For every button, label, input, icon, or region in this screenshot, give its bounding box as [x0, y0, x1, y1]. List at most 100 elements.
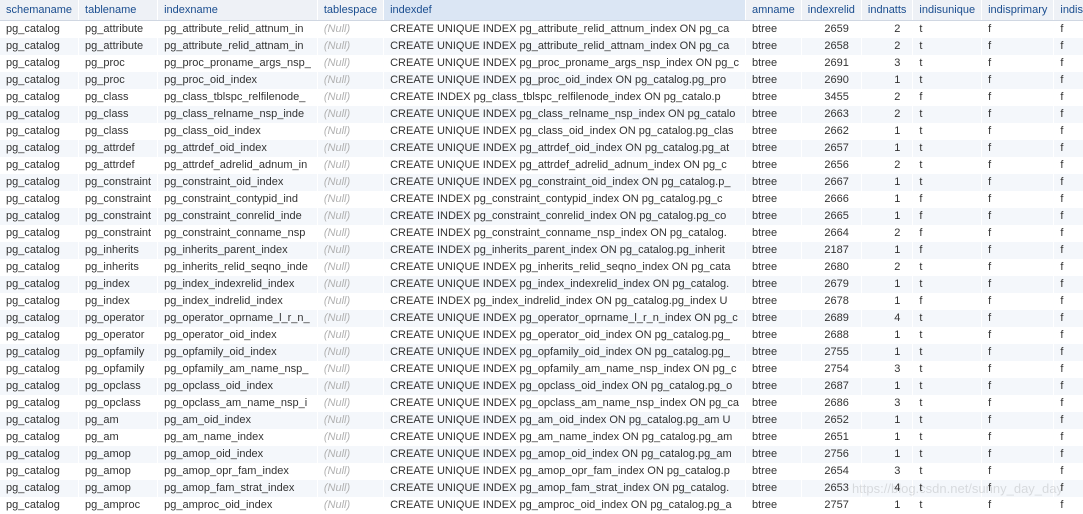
cell-indexdef[interactable]: CREATE UNIQUE INDEX pg_am_oid_index ON p…	[384, 412, 746, 429]
column-header-indisclustered[interactable]: indisclu	[1054, 0, 1083, 21]
column-header-indisprimary[interactable]: indisprimary	[982, 0, 1054, 21]
cell-indisunique[interactable]: f	[913, 242, 982, 259]
cell-indisunique[interactable]: t	[913, 412, 982, 429]
cell-indexrelid[interactable]: 2680	[801, 259, 861, 276]
cell-amname[interactable]: btree	[746, 123, 802, 140]
cell-indisunique[interactable]: t	[913, 327, 982, 344]
cell-indnatts[interactable]: 4	[861, 310, 913, 327]
cell-indexname[interactable]: pg_index_indexrelid_index	[158, 276, 318, 293]
cell-indexdef[interactable]: CREATE INDEX pg_index_indrelid_index ON …	[384, 293, 746, 310]
cell-schemaname[interactable]: pg_catalog	[0, 38, 79, 55]
cell-schemaname[interactable]: pg_catalog	[0, 327, 79, 344]
cell-indisprimary[interactable]: f	[982, 38, 1054, 55]
cell-tablespace[interactable]: (Null)	[317, 242, 383, 259]
cell-amname[interactable]: btree	[746, 497, 802, 514]
cell-indnatts[interactable]: 3	[861, 463, 913, 480]
cell-amname[interactable]: btree	[746, 480, 802, 497]
cell-indexdef[interactable]: CREATE UNIQUE INDEX pg_opclass_oid_index…	[384, 378, 746, 395]
cell-indisprimary[interactable]: f	[982, 174, 1054, 191]
cell-indisclustered[interactable]: f	[1054, 123, 1083, 140]
cell-indexname[interactable]: pg_amop_oid_index	[158, 446, 318, 463]
cell-indisunique[interactable]: t	[913, 344, 982, 361]
cell-indisclustered[interactable]: f	[1054, 106, 1083, 123]
cell-indexname[interactable]: pg_opclass_oid_index	[158, 378, 318, 395]
cell-indexname[interactable]: pg_am_oid_index	[158, 412, 318, 429]
cell-indisprimary[interactable]: f	[982, 89, 1054, 106]
cell-indnatts[interactable]: 2	[861, 225, 913, 242]
cell-schemaname[interactable]: pg_catalog	[0, 140, 79, 157]
cell-indnatts[interactable]: 1	[861, 293, 913, 310]
cell-tablename[interactable]: pg_class	[79, 89, 158, 106]
column-header-indnatts[interactable]: indnatts	[861, 0, 913, 21]
cell-indisclustered[interactable]: f	[1054, 72, 1083, 89]
cell-indisclustered[interactable]: f	[1054, 480, 1083, 497]
cell-amname[interactable]: btree	[746, 344, 802, 361]
cell-indisprimary[interactable]: f	[982, 412, 1054, 429]
cell-indexrelid[interactable]: 2757	[801, 497, 861, 514]
cell-indexrelid[interactable]: 2688	[801, 327, 861, 344]
cell-indexrelid[interactable]: 2653	[801, 480, 861, 497]
cell-schemaname[interactable]: pg_catalog	[0, 208, 79, 225]
cell-indexrelid[interactable]: 2657	[801, 140, 861, 157]
cell-indexname[interactable]: pg_am_name_index	[158, 429, 318, 446]
cell-tablespace[interactable]: (Null)	[317, 480, 383, 497]
cell-indnatts[interactable]: 1	[861, 378, 913, 395]
cell-indnatts[interactable]: 1	[861, 344, 913, 361]
cell-indexdef[interactable]: CREATE UNIQUE INDEX pg_attribute_relid_a…	[384, 38, 746, 55]
cell-indisunique[interactable]: t	[913, 378, 982, 395]
cell-amname[interactable]: btree	[746, 191, 802, 208]
cell-indisprimary[interactable]: f	[982, 55, 1054, 72]
cell-amname[interactable]: btree	[746, 361, 802, 378]
cell-tablespace[interactable]: (Null)	[317, 327, 383, 344]
cell-indnatts[interactable]: 1	[861, 191, 913, 208]
cell-indisunique[interactable]: f	[913, 89, 982, 106]
column-header-indexdef[interactable]: indexdef	[384, 0, 746, 21]
cell-indexdef[interactable]: CREATE UNIQUE INDEX pg_attrdef_oid_index…	[384, 140, 746, 157]
cell-indnatts[interactable]: 1	[861, 174, 913, 191]
cell-indisclustered[interactable]: f	[1054, 55, 1083, 72]
cell-indisunique[interactable]: f	[913, 191, 982, 208]
cell-indexrelid[interactable]: 2665	[801, 208, 861, 225]
cell-indexname[interactable]: pg_attribute_relid_attnam_in	[158, 38, 318, 55]
cell-tablespace[interactable]: (Null)	[317, 191, 383, 208]
cell-indexdef[interactable]: CREATE UNIQUE INDEX pg_proc_proname_args…	[384, 55, 746, 72]
cell-indexname[interactable]: pg_amproc_oid_index	[158, 497, 318, 514]
cell-indisunique[interactable]: t	[913, 157, 982, 174]
cell-schemaname[interactable]: pg_catalog	[0, 463, 79, 480]
cell-indisunique[interactable]: t	[913, 361, 982, 378]
table-row[interactable]: pg_catalogpg_classpg_class_tblspc_relfil…	[0, 89, 1083, 106]
cell-indnatts[interactable]: 1	[861, 412, 913, 429]
cell-amname[interactable]: btree	[746, 259, 802, 276]
cell-tablespace[interactable]: (Null)	[317, 446, 383, 463]
cell-indexdef[interactable]: CREATE UNIQUE INDEX pg_proc_oid_index ON…	[384, 72, 746, 89]
cell-indisprimary[interactable]: f	[982, 123, 1054, 140]
cell-indnatts[interactable]: 4	[861, 480, 913, 497]
cell-indisprimary[interactable]: f	[982, 293, 1054, 310]
cell-indexname[interactable]: pg_attrdef_oid_index	[158, 140, 318, 157]
cell-indexname[interactable]: pg_constraint_contypid_ind	[158, 191, 318, 208]
cell-indisprimary[interactable]: f	[982, 276, 1054, 293]
cell-tablespace[interactable]: (Null)	[317, 412, 383, 429]
cell-schemaname[interactable]: pg_catalog	[0, 412, 79, 429]
cell-indisclustered[interactable]: f	[1054, 429, 1083, 446]
cell-amname[interactable]: btree	[746, 89, 802, 106]
cell-tablename[interactable]: pg_attribute	[79, 38, 158, 55]
cell-amname[interactable]: btree	[746, 55, 802, 72]
cell-indexdef[interactable]: CREATE UNIQUE INDEX pg_index_indexrelid_…	[384, 276, 746, 293]
cell-tablespace[interactable]: (Null)	[317, 55, 383, 72]
cell-amname[interactable]: btree	[746, 378, 802, 395]
cell-tablename[interactable]: pg_opfamily	[79, 361, 158, 378]
cell-indexrelid[interactable]: 2690	[801, 72, 861, 89]
cell-indnatts[interactable]: 1	[861, 242, 913, 259]
table-row[interactable]: pg_catalogpg_indexpg_index_indrelid_inde…	[0, 293, 1083, 310]
cell-indexdef[interactable]: CREATE UNIQUE INDEX pg_class_relname_nsp…	[384, 106, 746, 123]
cell-schemaname[interactable]: pg_catalog	[0, 259, 79, 276]
cell-indexdef[interactable]: CREATE UNIQUE INDEX pg_amop_oid_index ON…	[384, 446, 746, 463]
cell-tablespace[interactable]: (Null)	[317, 21, 383, 38]
cell-tablename[interactable]: pg_attribute	[79, 21, 158, 38]
cell-indisprimary[interactable]: f	[982, 21, 1054, 38]
cell-tablename[interactable]: pg_opclass	[79, 395, 158, 412]
cell-tablename[interactable]: pg_constraint	[79, 208, 158, 225]
cell-tablespace[interactable]: (Null)	[317, 140, 383, 157]
cell-schemaname[interactable]: pg_catalog	[0, 344, 79, 361]
